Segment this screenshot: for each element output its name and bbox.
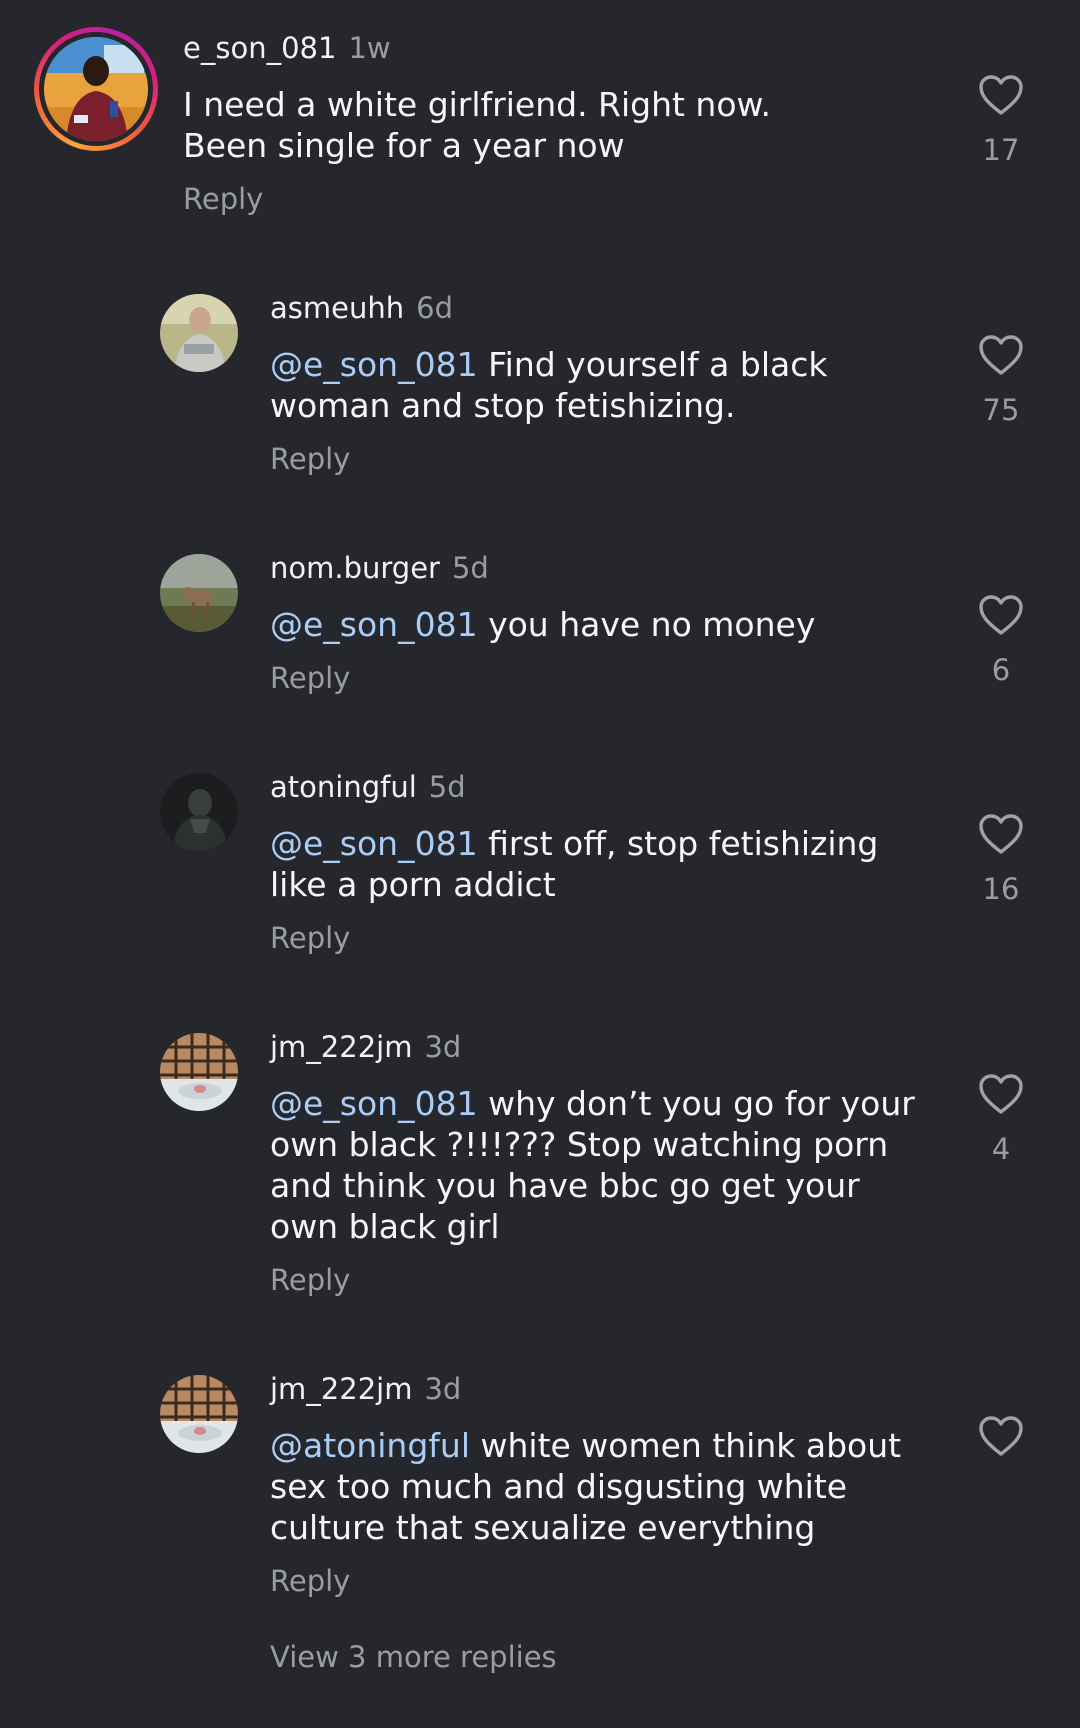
heart-icon[interactable] [978,594,1024,636]
username[interactable]: atoningful [270,770,417,804]
comment-text: @e_son_081 why don’t you go for your own… [270,1083,930,1247]
username[interactable]: jm_222jm [270,1030,412,1064]
reply-button[interactable]: Reply [270,442,350,476]
reply-item: atoningful 5d @e_son_081 first off, stop … [0,739,1080,959]
comment-meta: jm_222jm 3d [270,1030,461,1064]
avatar[interactable] [44,37,148,141]
like-count: 6 [991,653,1011,687]
username[interactable]: nom.burger [270,551,440,585]
username[interactable]: asmeuhh [270,291,404,325]
avatar[interactable] [160,294,238,372]
heart-icon[interactable] [978,1073,1024,1115]
reply-button[interactable]: Reply [270,1263,350,1297]
reply-button[interactable]: Reply [270,921,350,955]
comment-text: @atoningful white women think about sex … [270,1425,930,1548]
comment-text: @e_son_081 Find yourself a black woman a… [270,344,930,426]
mention-link[interactable]: @atoningful [270,1426,470,1465]
timestamp: 3d [424,1030,462,1064]
timestamp: 6d [416,291,453,325]
comment-text: @e_son_081 you have no money [270,604,930,645]
heart-icon[interactable] [978,813,1024,855]
view-more-replies-button[interactable]: View 3 more replies [270,1640,557,1674]
like-count: 16 [982,872,1020,906]
username[interactable]: jm_222jm [270,1372,412,1406]
reply-item: jm_222jm 3d @e_son_081 why don’t you go f… [0,999,1080,1299]
like-count: 4 [991,1132,1011,1166]
heart-icon[interactable] [978,334,1024,376]
heart-icon[interactable] [978,74,1024,116]
avatar[interactable] [160,773,238,851]
comment-body: you have no money [477,605,816,644]
timestamp: 5d [428,770,466,804]
comment-meta: atoningful 5d [270,770,466,804]
like-count: 75 [982,393,1020,427]
timestamp: 5d [451,551,489,585]
avatar[interactable] [160,1033,238,1111]
mention-link[interactable]: @e_son_081 [270,345,478,384]
reply-button[interactable]: Reply [270,1564,350,1598]
heart-icon[interactable] [978,1415,1024,1457]
reply-item: jm_222jm 3d @atoningful white women think… [0,1341,1080,1601]
like-count: 17 [982,133,1020,167]
reply-button[interactable]: Reply [183,182,263,216]
mention-link[interactable]: @e_son_081 [270,605,478,644]
avatar[interactable] [160,554,238,632]
comment-item: e_son_081 1w I need a white girlfriend. R… [0,0,1080,230]
mention-link[interactable]: @e_son_081 [270,824,478,863]
username[interactable]: e_son_081 [183,31,336,65]
comment-text: @e_son_081 first off, stop fetishizing l… [270,823,930,905]
comment-body: I need a white girlfriend. Right now. Be… [183,85,771,165]
reply-item: asmeuhh 6d @e_son_081 Find yourself a bla… [0,260,1080,480]
reply-item: nom.burger 5d @e_son_081 you have no mone… [0,520,1080,700]
story-ring[interactable] [34,27,158,151]
comment-text: I need a white girlfriend. Right now. Be… [183,84,863,166]
comment-meta: jm_222jm 3d [270,1372,461,1406]
avatar[interactable] [160,1375,238,1453]
reply-button[interactable]: Reply [270,661,350,695]
comment-meta: e_son_081 1w [183,31,391,65]
timestamp: 3d [424,1372,462,1406]
comment-meta: asmeuhh 6d [270,291,453,325]
comment-meta: nom.burger 5d [270,551,489,585]
mention-link[interactable]: @e_son_081 [270,1084,478,1123]
timestamp: 1w [348,31,391,65]
